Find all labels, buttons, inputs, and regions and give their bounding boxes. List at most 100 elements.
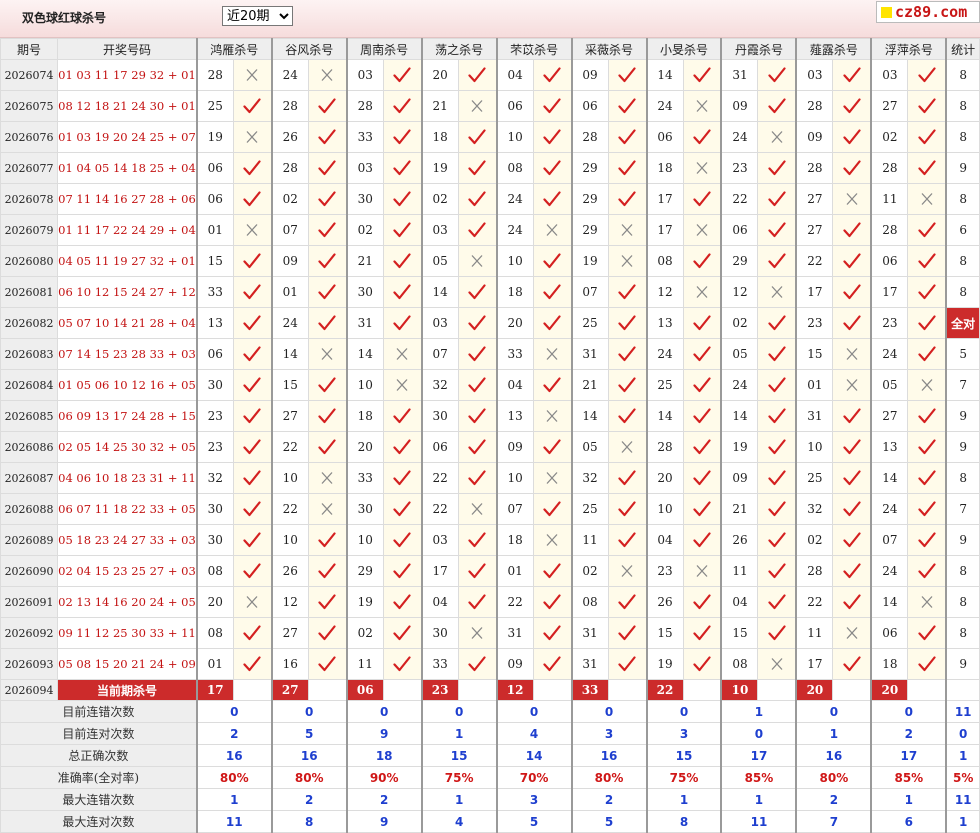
kill-number: 11	[720, 555, 759, 587]
result-cell	[232, 555, 273, 587]
kill-number: 01	[195, 648, 234, 680]
kill-number: 28	[345, 90, 384, 122]
result-cell	[832, 400, 872, 432]
kill-number: 28	[870, 152, 909, 184]
result-cell	[232, 586, 273, 618]
result-cell	[682, 617, 722, 649]
check-icon	[693, 346, 711, 362]
result-cell	[682, 59, 722, 91]
kill-number: 30	[420, 617, 459, 649]
kill-number: 32	[795, 493, 834, 525]
kill-number: 28	[270, 90, 309, 122]
issue-cell: 2026088	[0, 493, 59, 525]
result-cell	[232, 369, 273, 401]
check-icon	[243, 346, 261, 362]
check-icon	[768, 377, 786, 393]
kill-number: 15	[270, 369, 309, 401]
current-kill-number: 20	[795, 679, 834, 701]
check-icon	[543, 594, 561, 610]
stat-label: 最大连对次数	[0, 810, 198, 833]
check-icon	[768, 160, 786, 176]
result-cell	[832, 617, 872, 649]
result-cell	[832, 245, 872, 277]
issue-cell: 2026091	[0, 586, 59, 618]
cross-icon	[918, 594, 936, 610]
result-cell	[532, 276, 573, 308]
result-cell	[307, 524, 348, 556]
period-select[interactable]: 近20期	[222, 6, 293, 26]
issue-cell: 2026079	[0, 214, 59, 246]
draw-numbers: 08 12 18 21 24 30 + 01	[57, 90, 198, 122]
result-cell	[532, 152, 573, 184]
header-issue: 期号	[0, 38, 59, 60]
current-blank	[232, 679, 273, 701]
kill-number: 25	[570, 307, 609, 339]
result-cell	[532, 617, 573, 649]
result-cell	[457, 276, 498, 308]
kill-number: 24	[870, 493, 909, 525]
result-cell	[832, 59, 872, 91]
kill-number: 03	[420, 307, 459, 339]
header-expert-6: 采薇杀号	[570, 38, 648, 60]
result-cell	[457, 307, 498, 339]
stat-row: 总正确次数 16 16 18 15 14 16 15 17 16 17 1	[0, 744, 980, 767]
kill-number: 01	[495, 555, 534, 587]
result-cell	[457, 431, 498, 463]
check-icon	[768, 191, 786, 207]
check-icon	[768, 439, 786, 455]
table-row: 2026082 05 07 10 14 21 28 + 04 13 24 31 03 20 2…	[0, 307, 980, 339]
current-blank	[307, 679, 348, 701]
result-cell	[757, 307, 797, 339]
cross-icon	[693, 222, 711, 238]
stat-value: 80%	[795, 766, 872, 789]
cross-icon	[918, 191, 936, 207]
result-cell	[832, 586, 872, 618]
result-cell	[907, 307, 947, 339]
stat-value: 80%	[195, 766, 273, 789]
result-cell	[232, 121, 273, 153]
stat-value: 9	[345, 722, 423, 745]
result-cell	[832, 462, 872, 494]
table-row: 2026089 05 18 23 24 27 33 + 03 30 10 10 03 18 1…	[0, 524, 980, 556]
result-cell	[682, 462, 722, 494]
check-icon	[843, 408, 861, 424]
kill-number: 24	[270, 59, 309, 91]
kill-number: 06	[870, 617, 909, 649]
kill-number-table: 期号 开奖号码 鸿雁杀号 谷风杀号 周南杀号 荡之杀号 芣苡杀号 采薇杀号 小旻杀号 丹霞杀号…	[0, 38, 980, 833]
kill-number: 27	[870, 90, 909, 122]
kill-number: 30	[420, 400, 459, 432]
kill-number: 28	[195, 59, 234, 91]
check-icon	[393, 67, 411, 83]
check-icon	[543, 563, 561, 579]
kill-number: 33	[420, 648, 459, 680]
site-logo[interactable]: cz89.com	[876, 1, 980, 23]
correct-count: 8	[945, 90, 980, 122]
result-cell	[907, 431, 947, 463]
cross-icon	[843, 346, 861, 362]
kill-number: 06	[645, 121, 684, 153]
kill-number: 20	[420, 59, 459, 91]
stat-value: 14	[495, 744, 573, 767]
stat-value: 0	[495, 700, 573, 723]
result-cell	[907, 400, 947, 432]
draw-numbers: 09 11 12 25 30 33 + 11	[57, 617, 198, 649]
check-icon	[843, 439, 861, 455]
stat-row: 最大连错次数 1 2 2 1 3 2 1 1 2 1 11	[0, 788, 980, 811]
kill-number: 18	[870, 648, 909, 680]
current-issue: 2026094	[0, 679, 59, 701]
result-cell	[382, 400, 423, 432]
kill-number: 14	[720, 400, 759, 432]
current-kill-number: 22	[645, 679, 684, 701]
check-icon	[843, 315, 861, 331]
table-row: 2026085 06 09 13 17 24 28 + 15 23 27 18 30 13 1…	[0, 400, 980, 432]
result-cell	[607, 555, 648, 587]
kill-number: 31	[570, 617, 609, 649]
result-cell	[907, 152, 947, 184]
kill-number: 10	[645, 493, 684, 525]
check-icon	[543, 67, 561, 83]
result-cell	[457, 245, 498, 277]
result-cell	[457, 586, 498, 618]
check-icon	[693, 191, 711, 207]
correct-count: 9	[945, 431, 980, 463]
check-icon	[543, 98, 561, 114]
